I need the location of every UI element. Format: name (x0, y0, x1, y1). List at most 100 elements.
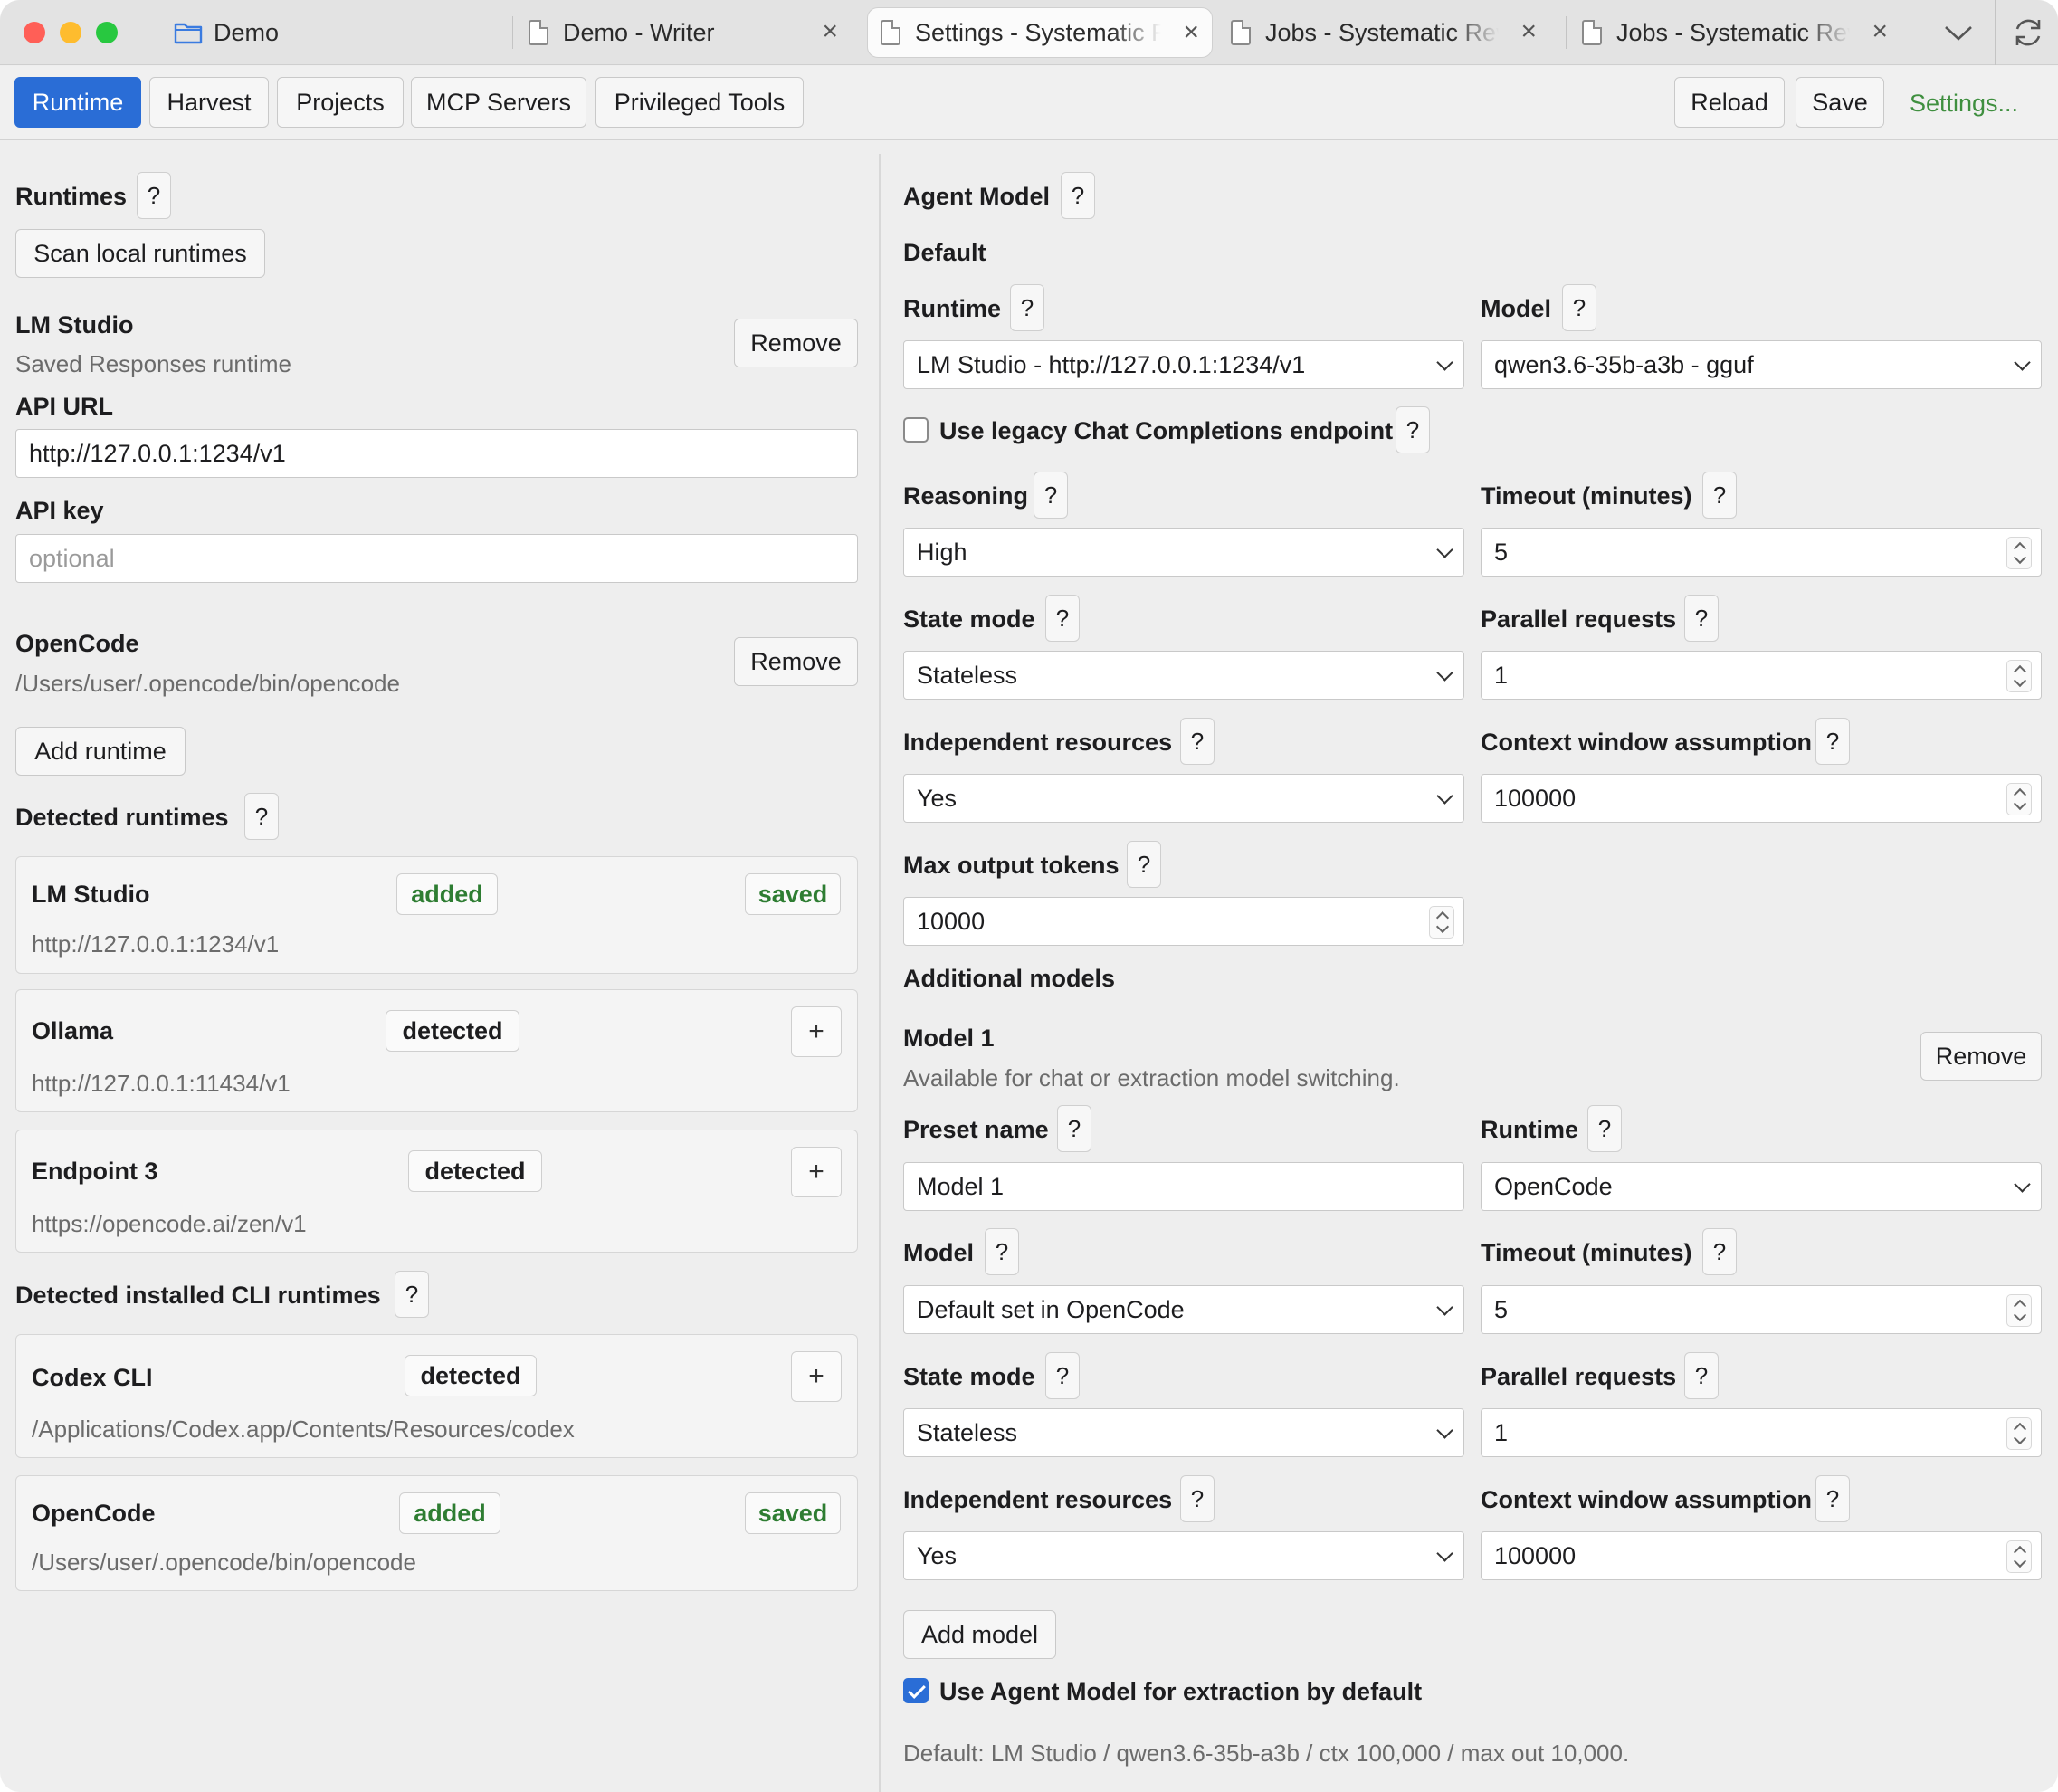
help-button[interactable]: ? (1061, 172, 1095, 219)
tab-jobs-1[interactable]: Jobs - Systematic Review × (1231, 7, 1549, 58)
runtime-url: https://opencode.ai/zen/v1 (32, 1210, 307, 1237)
tab-title: Settings - Systematic Review (915, 18, 1161, 46)
help-button[interactable]: ? (1127, 841, 1161, 888)
timeout-input[interactable]: 5 (1481, 528, 2042, 577)
model1-model-select[interactable]: Default set in OpenCode (903, 1285, 1464, 1334)
tab-mcp-servers[interactable]: MCP Servers (411, 77, 586, 128)
remove-model-button[interactable]: Remove (1920, 1032, 2042, 1081)
legacy-endpoint-checkbox[interactable] (903, 417, 929, 443)
stepper-icon[interactable] (1429, 906, 1454, 939)
help-button[interactable]: ? (1045, 595, 1080, 642)
stepper-icon[interactable] (2006, 1417, 2032, 1450)
stepper-icon[interactable] (2006, 537, 2032, 569)
zoom-window-button[interactable] (96, 22, 118, 43)
chevron-down-icon (1436, 1422, 1453, 1439)
stepper-icon[interactable] (2006, 660, 2032, 692)
runtime-select[interactable]: LM Studio - http://127.0.0.1:1234/v1 (903, 340, 1464, 389)
api-key-input[interactable]: optional (15, 534, 858, 583)
tab-demo-writer[interactable]: Demo - Writer × (525, 7, 851, 58)
help-button[interactable]: ? (1180, 718, 1215, 765)
reasoning-select[interactable]: High (903, 528, 1464, 577)
reload-button[interactable]: Reload (1674, 77, 1785, 128)
close-tab-icon[interactable]: × (1872, 18, 1888, 45)
tab-runtime[interactable]: Runtime (14, 77, 141, 128)
refresh-icon[interactable] (2011, 14, 2045, 51)
remove-runtime-button[interactable]: Remove (734, 637, 858, 686)
help-button[interactable]: ? (1684, 1352, 1719, 1399)
model1-timeout-value: 5 (1494, 1295, 1509, 1323)
model1-independent-select[interactable]: Yes (903, 1531, 1464, 1580)
timeout-label: Timeout (minutes) (1481, 482, 1692, 510)
runtime-name: Ollama (32, 1017, 114, 1044)
state-mode-select[interactable]: Stateless (903, 651, 1464, 700)
tab-settings[interactable]: Settings - Systematic Review × (867, 7, 1213, 58)
list-item: LM Studio added saved http://127.0.0.1:1… (15, 856, 858, 974)
help-button[interactable]: ? (244, 793, 279, 840)
independent-resources-select[interactable]: Yes (903, 774, 1464, 823)
help-button[interactable]: ? (137, 172, 171, 219)
stepper-icon[interactable] (2006, 1540, 2032, 1573)
close-tab-icon[interactable]: × (822, 18, 838, 45)
help-button[interactable]: ? (1702, 1228, 1737, 1275)
document-icon (1582, 20, 1602, 45)
chevron-down-icon (1436, 354, 1453, 371)
help-button[interactable]: ? (1684, 595, 1719, 642)
tab-harvest[interactable]: Harvest (149, 77, 269, 128)
reasoning-select-value: High (917, 538, 967, 566)
help-button[interactable]: ? (1045, 1352, 1080, 1399)
add-runtime-button[interactable]: Add runtime (15, 727, 186, 776)
tab-demo[interactable]: Demo (174, 7, 355, 58)
scan-local-runtimes-button[interactable]: Scan local runtimes (15, 229, 265, 278)
context-window-input[interactable]: 100000 (1481, 774, 2042, 823)
add-model-button[interactable]: Add model (903, 1610, 1056, 1659)
model1-timeout-input[interactable]: 5 (1481, 1285, 2042, 1334)
help-button[interactable]: ? (395, 1271, 429, 1318)
tab-privileged-tools[interactable]: Privileged Tools (595, 77, 804, 128)
status-badge: detected (386, 1010, 519, 1052)
help-button[interactable]: ? (1010, 284, 1044, 331)
model1-parallel-input[interactable]: 1 (1481, 1408, 2042, 1457)
max-output-tokens-value: 10000 (917, 907, 986, 935)
tab-jobs-2[interactable]: Jobs - Systematic Review × (1582, 7, 1901, 58)
help-button[interactable]: ? (1815, 1475, 1850, 1522)
parallel-requests-input[interactable]: 1 (1481, 651, 2042, 700)
model1-context-input[interactable]: 100000 (1481, 1531, 2042, 1580)
close-window-button[interactable] (24, 22, 45, 43)
help-button[interactable]: ? (1587, 1105, 1622, 1152)
close-tab-icon[interactable]: × (1183, 19, 1199, 46)
max-output-tokens-input[interactable]: 10000 (903, 897, 1464, 946)
stepper-icon[interactable] (2006, 783, 2032, 815)
chevron-down-icon[interactable] (1942, 22, 1975, 43)
model1-state-mode-select[interactable]: Stateless (903, 1408, 1464, 1457)
pane-divider[interactable] (879, 154, 881, 1792)
stepper-icon[interactable] (2006, 1294, 2032, 1327)
help-button[interactable]: ? (1562, 284, 1596, 331)
tab-title: Demo - Writer (563, 18, 715, 46)
help-button[interactable]: ? (1180, 1475, 1215, 1522)
tab-projects[interactable]: Projects (277, 77, 404, 128)
preset-name-input[interactable]: Model 1 (903, 1162, 1464, 1211)
remove-runtime-button[interactable]: Remove (734, 319, 858, 367)
help-button[interactable]: ? (985, 1228, 1019, 1275)
help-button[interactable]: ? (1815, 718, 1850, 765)
model1-timeout-label: Timeout (minutes) (1481, 1239, 1692, 1266)
runtime-name: LM Studio (32, 881, 150, 908)
save-button[interactable]: Save (1796, 77, 1884, 128)
help-button[interactable]: ? (1034, 472, 1068, 519)
api-url-input[interactable]: http://127.0.0.1:1234/v1 (15, 429, 858, 478)
list-item: OpenCode added saved /Users/user/.openco… (15, 1475, 858, 1591)
add-detected-runtime-button[interactable]: + (791, 1147, 842, 1197)
use-agent-model-checkbox[interactable] (903, 1678, 929, 1703)
add-detected-runtime-button[interactable]: + (791, 1006, 842, 1057)
model1-runtime-select[interactable]: OpenCode (1481, 1162, 2042, 1211)
help-button[interactable]: ? (1057, 1105, 1091, 1152)
model1-context-value: 100000 (1494, 1541, 1577, 1569)
help-button[interactable]: ? (1702, 472, 1737, 519)
settings-link[interactable]: Settings... (1910, 90, 2018, 118)
model-select[interactable]: qwen3.6-35b-a3b - gguf (1481, 340, 2042, 389)
close-tab-icon[interactable]: × (1520, 18, 1537, 45)
add-cli-runtime-button[interactable]: + (791, 1351, 842, 1402)
help-button[interactable]: ? (1396, 406, 1430, 453)
minimize-window-button[interactable] (60, 22, 81, 43)
tab-bar: Demo Demo - Writer × Settings - Systemat… (0, 0, 2058, 65)
